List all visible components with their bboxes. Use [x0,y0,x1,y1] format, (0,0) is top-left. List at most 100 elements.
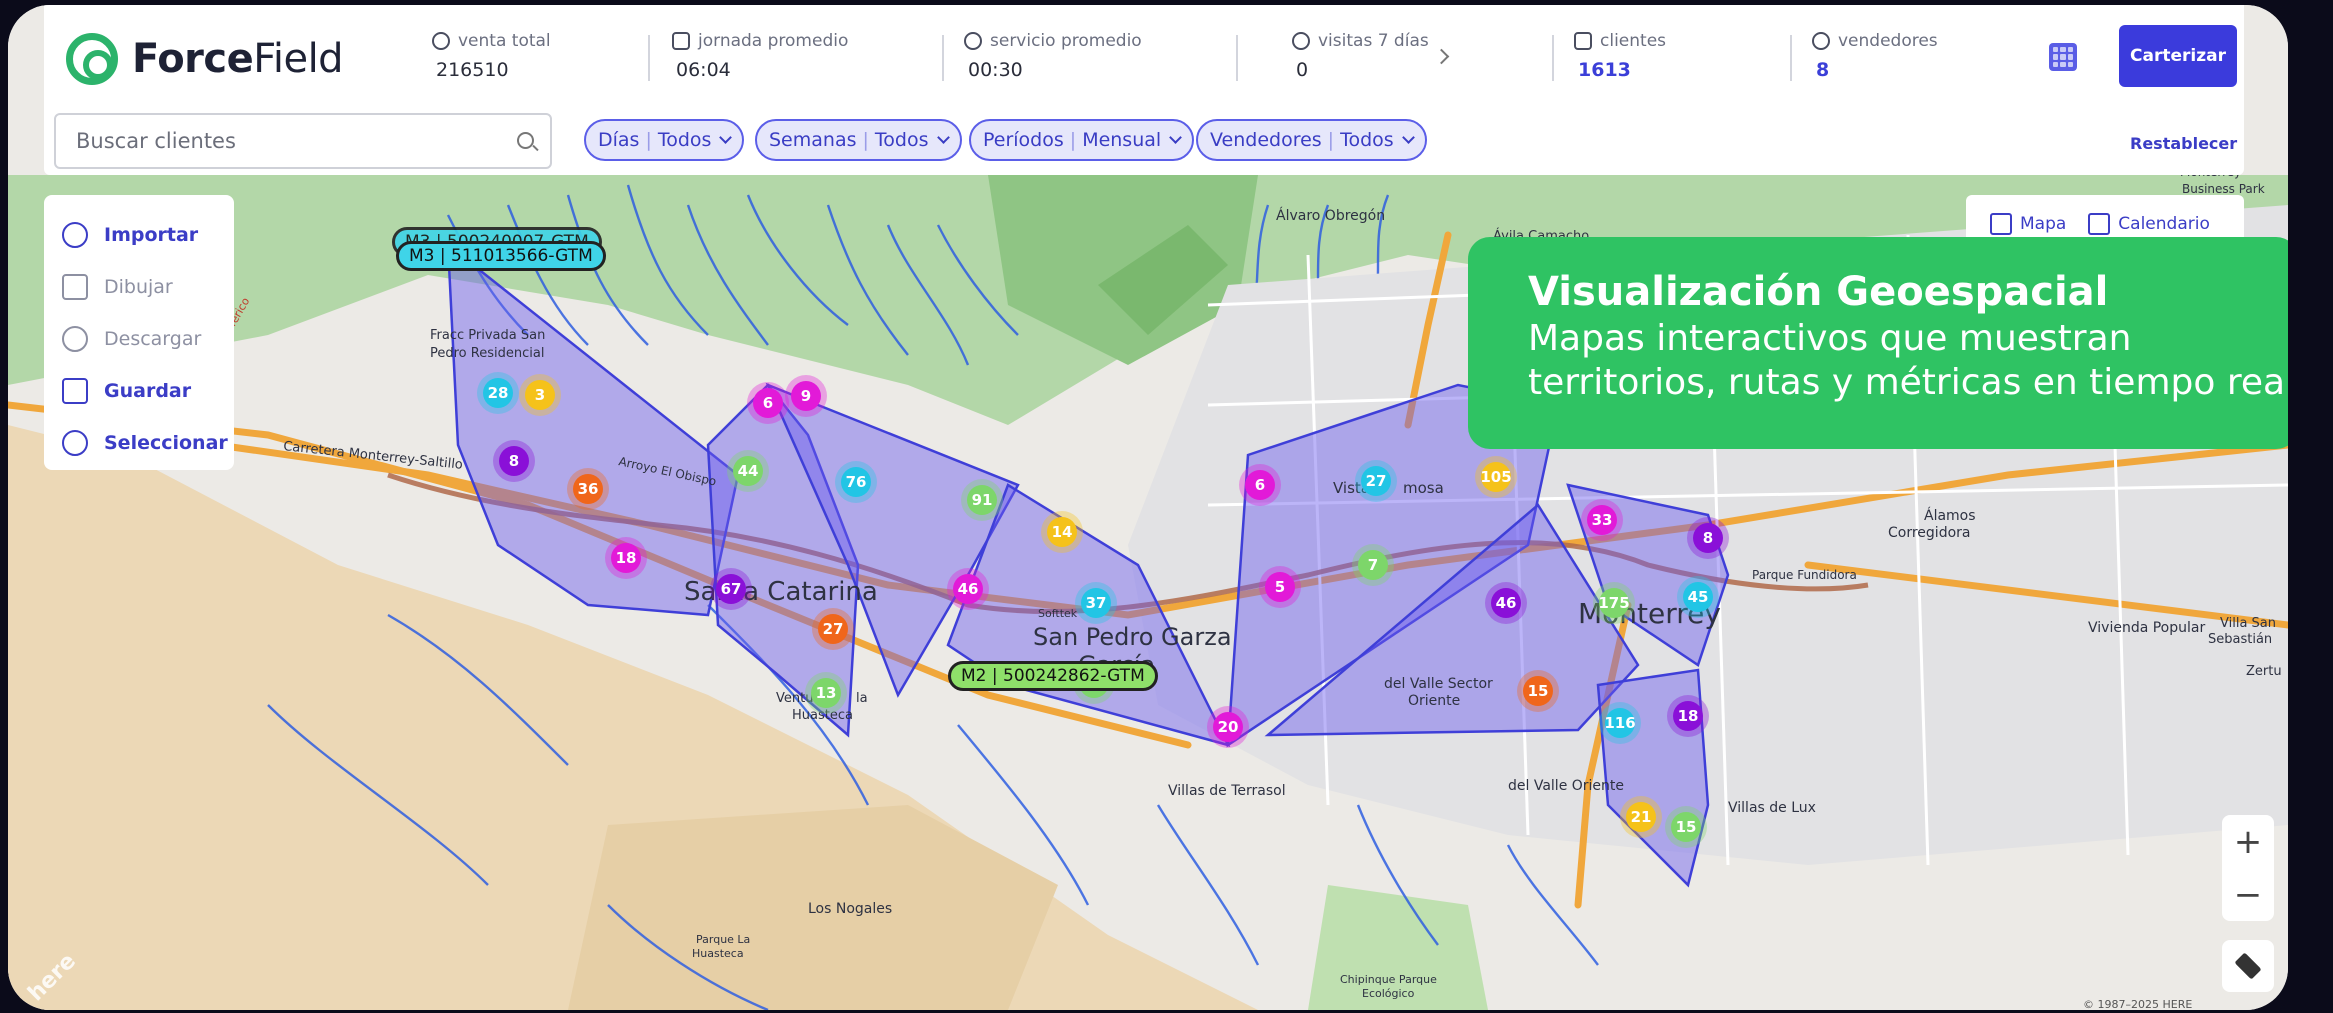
cluster-marker[interactable]: 7 [1352,544,1394,586]
tab-calendario-label: Calendario [2118,214,2210,234]
route-badge-m2[interactable]: M2 | 500242862-GTM [948,661,1158,691]
cluster-count: 6 [1255,476,1265,494]
label-oriente: Oriente [1408,693,1460,709]
cluster-marker[interactable]: 8 [493,440,535,482]
cluster-marker[interactable]: 175 [1593,582,1635,624]
cluster-count: 91 [972,491,993,509]
metric-value: 8 [1816,59,1830,81]
cluster-count: 15 [1676,818,1697,836]
label-sebastian: Sebastián [2208,632,2272,647]
metric-visitas-7-dias[interactable]: visitas 7 días 0 [1292,31,1429,81]
label-corregidora: Corregidora [1888,525,1970,541]
app-frame: Santa Catarina San Pedro Garza García Mo… [8,5,2288,1010]
dollar-icon [432,32,450,50]
tab-calendario[interactable]: Calendario [2088,213,2210,235]
brand-name-bold: Force [132,36,254,82]
cluster-marker[interactable]: 18 [1667,695,1709,737]
filter-name: Vendedores [1210,129,1322,151]
feature-callout: Visualización Geoespacial Mapas interact… [1468,237,2288,449]
divider [1552,35,1554,81]
cluster-count: 105 [1480,468,1511,486]
upload-cloud-icon [62,222,88,248]
cluster-marker[interactable]: 13 [805,672,847,714]
metric-value: 216510 [436,59,509,81]
cluster-count: 15 [1528,682,1549,700]
tab-mapa-label: Mapa [2020,214,2067,234]
divider [942,35,944,81]
cluster-marker[interactable]: 46 [947,568,989,610]
cluster-marker[interactable]: 27 [1355,460,1397,502]
metric-clientes: clientes 1613 [1574,31,1666,81]
cluster-marker[interactable]: 15 [1517,670,1559,712]
map-copyright: © 1987–2025 HERE [2083,998,2192,1010]
cluster-marker[interactable]: 9 [785,375,827,417]
divider [1790,35,1792,81]
layers-button[interactable] [2222,940,2274,992]
filter-dias[interactable]: Días | Todos [584,119,745,161]
cluster-marker[interactable]: 6 [747,382,789,424]
cluster-marker[interactable]: 37 [1075,582,1117,624]
label-villas-terrasol: Villas de Terrasol [1168,783,1286,799]
label-fracc: Fracc Privada San [430,328,545,343]
filter-periodos[interactable]: Períodos | Mensual [969,119,1195,161]
cluster-marker[interactable]: 46 [1485,582,1527,624]
carterizar-button[interactable]: Carterizar [2119,25,2237,87]
cluster-marker[interactable]: 33 [1581,499,1623,541]
cluster-count: 27 [823,620,844,638]
calendar-icon [2088,213,2111,235]
zoom-control: + − [2222,815,2274,921]
top-bar: ForceField venta total 216510 jornada pr… [44,5,2244,175]
folder-icon [62,378,88,404]
filter-vendedores[interactable]: Vendedores | Todos [1196,119,1427,161]
zoom-out-button[interactable]: − [2222,868,2274,921]
cluster-marker[interactable]: 21 [1620,796,1662,838]
tab-mapa[interactable]: Mapa [1990,213,2066,235]
cluster-marker[interactable]: 76 [835,461,877,503]
users-icon [1812,32,1830,50]
reset-link[interactable]: Restablecer [2130,134,2237,153]
metric-value: 00:30 [968,59,1023,81]
cluster-marker[interactable]: 8 [1687,517,1729,559]
cluster-marker[interactable]: 36 [567,468,609,510]
cluster-marker[interactable]: 28 [477,372,519,414]
cluster-marker[interactable]: 3 [519,374,561,416]
calendar-grid-icon[interactable] [2049,43,2077,71]
cluster-marker[interactable]: 6 [1239,464,1281,506]
search-box[interactable] [54,113,552,169]
metric-servicio-promedio: servicio promedio 00:30 [964,31,1142,81]
tool-importar[interactable]: Importar [62,209,234,261]
tool-guardar[interactable]: Guardar [62,365,234,417]
label-del-valle-sector: del Valle Sector [1384,676,1493,692]
zoom-in-button[interactable]: + [2222,815,2274,868]
cluster-marker[interactable]: 5 [1259,566,1301,608]
cluster-marker[interactable]: 105 [1475,456,1517,498]
search-input[interactable] [56,115,476,167]
cluster-marker[interactable]: 18 [605,537,647,579]
cluster-marker[interactable]: 91 [961,479,1003,521]
cluster-count: 13 [816,684,837,702]
cluster-count: 116 [1604,714,1635,732]
cluster-count: 8 [1703,529,1713,547]
cluster-marker[interactable]: 45 [1677,576,1719,618]
tool-label: Importar [104,224,199,246]
filter-semanas[interactable]: Semanas | Todos [755,119,962,161]
route-badge-m3[interactable]: M3 | 511013566-GTM [396,241,606,271]
filter-name: Períodos [983,129,1064,151]
cluster-count: 44 [738,462,759,480]
cluster-marker[interactable]: 27 [812,608,854,650]
divider [1236,35,1238,81]
cluster-marker[interactable]: 14 [1041,511,1083,553]
cluster-marker[interactable]: 20 [1207,706,1249,748]
cluster-marker[interactable]: 44 [727,450,769,492]
callout-body: Mapas interactivos que muestran territor… [1528,318,2288,403]
chevron-right-icon[interactable] [1433,48,1450,65]
cluster-marker[interactable]: 67 [710,568,752,610]
tool-seleccionar[interactable]: Seleccionar [62,417,234,469]
cluster-marker[interactable]: 116 [1599,702,1641,744]
select-pointer-icon [62,430,88,456]
tool-descargar[interactable]: Descargar [62,313,234,365]
search-icon[interactable] [517,132,534,149]
cluster-count: 27 [1366,472,1387,490]
cluster-marker[interactable]: 15 [1665,806,1707,848]
tool-dibujar[interactable]: Dibujar [62,261,234,313]
